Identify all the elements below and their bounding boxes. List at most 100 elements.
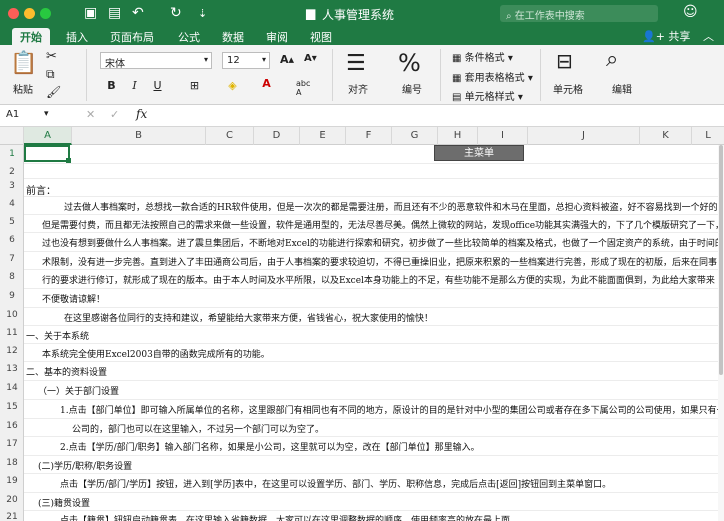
tab-home[interactable]: 开始 [12, 28, 50, 45]
select-all-corner[interactable] [0, 127, 24, 145]
decrease-font-icon[interactable]: A▾ [304, 53, 317, 64]
section-heading: 一、关于本系统 [26, 332, 90, 342]
gridline [24, 436, 718, 437]
minimize-window-button[interactable] [24, 8, 35, 19]
column-I[interactable]: I [478, 127, 528, 145]
cell-text: 公司的，部门也可以在这里输入，不过另一个部门可以为空了。 [72, 425, 325, 435]
tab-review[interactable]: 审阅 [266, 28, 288, 45]
selected-cell[interactable] [24, 145, 70, 162]
undo-icon[interactable]: ↶ [132, 5, 144, 21]
save-icon[interactable]: ▤ [108, 5, 121, 21]
enter-icon[interactable]: ✓ [110, 108, 119, 121]
format-painter-icon[interactable]: 🖌 [46, 85, 61, 99]
italic-icon[interactable]: I [126, 79, 143, 95]
bold-icon[interactable]: B [103, 79, 120, 95]
column-F[interactable]: F [346, 127, 392, 145]
column-B[interactable]: B [72, 127, 206, 145]
column-J[interactable]: J [528, 127, 640, 145]
row-number[interactable]: 16 [0, 421, 24, 431]
format-as-table-button[interactable]: ▦ 套用表格格式 ▾ [452, 69, 533, 84]
worksheet-grid[interactable]: 主菜单 前言： 过去做人事档案时，总想找一款合适的HR软件使用，但是一次次的都是… [24, 145, 718, 521]
formula-bar: A1 ▾ ✕ ✓ fx [0, 105, 724, 127]
row-number[interactable]: 13 [0, 364, 24, 374]
row-number[interactable]: 1 [0, 149, 24, 159]
copy-icon[interactable]: ⧉ [46, 67, 55, 82]
row-number[interactable]: 15 [0, 402, 24, 412]
row-number[interactable]: 11 [0, 328, 24, 338]
column-G[interactable]: G [392, 127, 438, 145]
row-number[interactable]: 3 [0, 181, 24, 191]
cell-styles-button[interactable]: ▤ 单元格样式 ▾ [452, 88, 523, 103]
percent-icon[interactable]: % [398, 49, 421, 77]
name-box[interactable]: A1 [6, 109, 19, 120]
chevron-down-icon[interactable]: ▾ [44, 109, 49, 119]
cell-text: 行的要求进行修订，就形成了现在的版本。由于本人时间及水平所限，以及Excel本身… [42, 276, 715, 286]
gridline [24, 178, 718, 179]
scrollbar-thumb[interactable] [719, 145, 723, 375]
row-number[interactable]: 18 [0, 458, 24, 468]
row-number[interactable]: 20 [0, 495, 24, 505]
gridline [24, 196, 718, 197]
font-name-box[interactable]: 宋体 ▾ [100, 52, 212, 70]
tab-page-layout[interactable]: 页面布局 [110, 28, 154, 45]
column-C[interactable]: C [206, 127, 254, 145]
main-menu-button[interactable]: 主菜单 [434, 145, 524, 161]
tab-insert[interactable]: 插入 [66, 28, 88, 45]
gridline [24, 510, 718, 511]
paste-icon[interactable]: 📋 [10, 51, 37, 76]
window-title: 人事管理系统 [322, 8, 395, 22]
row-number[interactable]: 6 [0, 235, 24, 245]
close-window-button[interactable] [8, 8, 19, 19]
cells-icon[interactable]: ⊟ [556, 49, 573, 73]
tab-formulas[interactable]: 公式 [178, 28, 200, 45]
row-number[interactable]: 17 [0, 439, 24, 449]
conditional-format-button[interactable]: ▦ 条件格式 ▾ [452, 49, 513, 64]
underline-icon[interactable]: U [149, 79, 166, 95]
zoom-window-button[interactable] [40, 8, 51, 19]
sidebar-icon[interactable]: ▣ [84, 5, 97, 21]
row-number[interactable]: 5 [0, 217, 24, 227]
cancel-icon[interactable]: ✕ [86, 108, 95, 121]
function-icon[interactable]: fx [136, 107, 147, 121]
font-size-box[interactable]: 12 ▾ [222, 52, 270, 69]
customize-toolbar-icon[interactable]: ⇣ [198, 7, 207, 20]
row-number[interactable]: 4 [0, 199, 24, 209]
collapse-ribbon-icon[interactable]: ︿ [703, 28, 714, 44]
row-number[interactable]: 10 [0, 310, 24, 320]
column-K[interactable]: K [640, 127, 692, 145]
row-number[interactable]: 12 [0, 346, 24, 356]
row-number[interactable]: 14 [0, 383, 24, 393]
share-button[interactable]: 👤+ 共享 [642, 28, 690, 44]
alignment-icon[interactable]: ☰ [346, 51, 366, 76]
tab-view[interactable]: 视图 [310, 28, 332, 45]
vertical-scrollbar[interactable] [718, 145, 724, 521]
number-label: 编号 [402, 85, 422, 96]
fill-color-icon[interactable]: ◈ [224, 79, 241, 95]
row-number[interactable]: 7 [0, 254, 24, 264]
row-number[interactable]: 9 [0, 291, 24, 301]
increase-font-icon[interactable]: A▴ [280, 53, 294, 66]
fill-handle[interactable] [66, 158, 71, 163]
section-heading: 二、基本的资料设置 [26, 368, 108, 378]
redo-icon[interactable]: ↻ [170, 5, 182, 21]
cut-icon[interactable]: ✂ [46, 49, 57, 64]
row-number[interactable]: 19 [0, 476, 24, 486]
column-L[interactable]: L [692, 127, 724, 145]
font-size-value: 12 [227, 55, 240, 66]
column-A[interactable]: A [24, 127, 72, 145]
column-E[interactable]: E [300, 127, 346, 145]
sheet-search-box[interactable]: ⌕ 在工作表中搜索 [500, 5, 658, 22]
row-number[interactable]: 2 [0, 167, 24, 177]
font-color-icon[interactable]: A [258, 77, 275, 93]
column-H[interactable]: H [438, 127, 478, 145]
gridline [24, 399, 718, 400]
tab-data[interactable]: 数据 [222, 28, 244, 45]
row-number[interactable]: 21 [0, 512, 24, 521]
phonetic-icon[interactable]: abc A [296, 79, 310, 97]
find-icon[interactable]: ⌕ [606, 47, 618, 72]
borders-icon[interactable]: ⊞ [186, 79, 203, 95]
chevron-down-icon: ▾ [203, 55, 208, 64]
feedback-smiley-icon[interactable]: ☺ [683, 4, 698, 20]
column-D[interactable]: D [254, 127, 300, 145]
row-number[interactable]: 8 [0, 272, 24, 282]
